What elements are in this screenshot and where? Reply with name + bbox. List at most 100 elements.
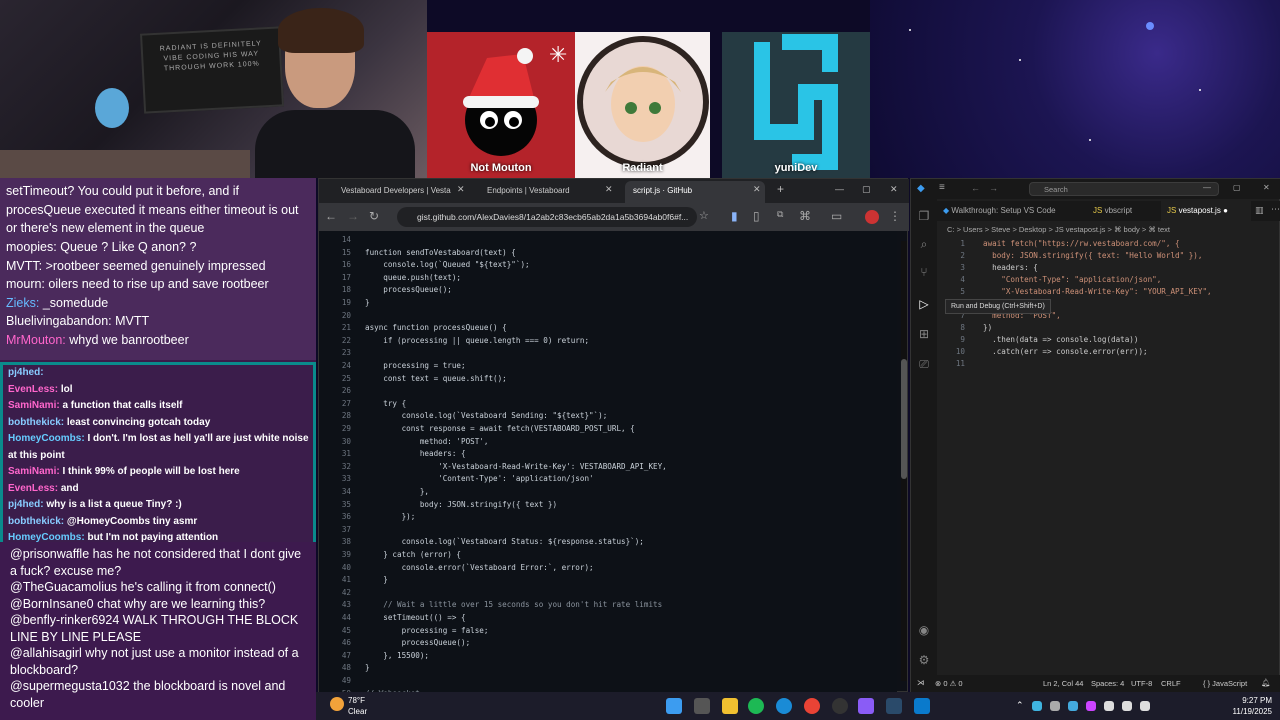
extensions-icon[interactable]: ⊞ (917, 327, 931, 341)
tab-endpoints[interactable]: Endpoints | Vestaboard (479, 181, 619, 203)
indentation-status[interactable]: Spaces: 4 (1091, 679, 1124, 688)
scrollbar-thumb[interactable] (901, 359, 907, 479)
line-number: 14 (341, 235, 351, 244)
line-number: 42 (341, 587, 351, 597)
code-line: body: JSON.stringify({ text: "Hello Worl… (983, 251, 1203, 260)
code-line: 'Content-Type': 'application/json' (365, 474, 594, 484)
code-line: setTimeout(() => { (365, 613, 466, 622)
bookmark-star-icon[interactable]: ☆ (699, 209, 709, 222)
streamer-body (255, 110, 415, 178)
menu-icon[interactable]: ⋮ (889, 209, 901, 223)
wall-sign-text: RADIANT IS DEFINITELY VIBE CODING HIS WA… (159, 40, 262, 73)
vscode-window: ◆ ≡ ← → Search — ▢ ✕ ❐ ⌕ ⑂ ▷ ⊞ ⎚ ◉ ⚙ ◆ W… (910, 178, 1280, 693)
tab-walkthrough[interactable]: ◆ Walkthrough: Setup VS Code (937, 201, 1067, 221)
tray-icon[interactable] (1050, 701, 1060, 711)
wall-sign: RADIANT IS DEFINITELY VIBE CODING HIS WA… (140, 26, 284, 114)
maximize-icon[interactable]: ▢ (1233, 183, 1241, 192)
spotify-icon[interactable] (748, 698, 764, 714)
tray-icon[interactable] (1086, 701, 1096, 711)
volume-icon[interactable] (1122, 701, 1132, 711)
extension-icon[interactable]: ⌘ (799, 209, 811, 223)
vscode-taskbar-icon[interactable] (914, 698, 930, 714)
close-icon[interactable]: ✕ (457, 184, 465, 195)
app-icon[interactable] (858, 698, 874, 714)
forward-icon[interactable]: → (989, 183, 998, 193)
code-line: }, 15500); (365, 650, 430, 660)
tab-script-js[interactable]: script.js · GitHub (625, 181, 765, 203)
steam-icon[interactable] (886, 698, 902, 714)
notifications-icon[interactable]: 🔔︎ (1261, 678, 1271, 687)
source-control-icon[interactable]: ⑂ (917, 265, 931, 279)
run-debug-icon[interactable]: ▷ (917, 297, 931, 311)
more-icon[interactable]: ⋯ (1271, 204, 1280, 215)
maximize-icon[interactable]: ▢ (862, 184, 871, 195)
guest-cam-yunidev: yuniDev (722, 32, 870, 178)
menu-icon[interactable]: ≡ (939, 182, 945, 193)
language-mode[interactable]: { } JavaScript (1203, 679, 1247, 688)
tooltip: Run and Debug (Ctrl+Shift+D) (945, 299, 1051, 314)
chat-message: moopies: Queue ? Like Q anon? ? (6, 240, 197, 254)
extension-icon[interactable]: ▮ (731, 209, 738, 223)
battery-icon[interactable] (1140, 701, 1150, 711)
reload-icon[interactable]: ↻ (369, 209, 379, 223)
breadcrumb[interactable]: C: > Users > Steve > Desktop > JS vestap… (937, 223, 1280, 237)
line-number: 30 (341, 436, 351, 446)
encoding-status[interactable]: UTF-8 (1131, 679, 1152, 688)
code-line: "Content-Type": "application/json", (983, 275, 1162, 284)
sidebar-icon[interactable]: ▭ (831, 209, 842, 223)
command-search-input[interactable]: Search (1029, 182, 1219, 196)
explorer-icon[interactable]: ❐ (917, 209, 931, 223)
extension-icon[interactable]: ⧉ (777, 209, 783, 220)
line-number: 26 (341, 386, 351, 396)
vscode-titlebar: ◆ ≡ ← → Search — ▢ ✕ (911, 179, 1280, 199)
cursor-position[interactable]: Ln 2, Col 44 (1043, 679, 1083, 688)
start-icon[interactable] (666, 698, 682, 714)
back-icon[interactable]: ← (325, 209, 337, 223)
file-explorer-icon[interactable] (722, 698, 738, 714)
weather-widget[interactable]: 78°F Clear (330, 695, 367, 717)
code-line: if (processing || queue.length === 0) re… (365, 335, 590, 345)
search-icon[interactable]: ⌕ (917, 237, 931, 251)
tray-icon[interactable] (1032, 701, 1042, 711)
stream-chat: setTimeout? You could put it before, and… (0, 178, 316, 720)
tray-overflow-icon[interactable]: ⌃ (1016, 700, 1024, 711)
close-icon[interactable]: ✕ (1263, 183, 1270, 192)
eol-status[interactable]: CRLF (1161, 679, 1181, 688)
minimize-icon[interactable]: — (835, 184, 844, 194)
tab-vbscript[interactable]: JS vbscript (1087, 201, 1157, 221)
guest-cam-radiant: Radiant (575, 32, 710, 178)
obs-icon[interactable] (832, 698, 848, 714)
edge-icon[interactable] (776, 698, 792, 714)
close-icon[interactable]: ✕ (753, 184, 761, 195)
chrome-icon[interactable] (804, 698, 820, 714)
clock[interactable]: 9:27 PM 11/19/2025 (1233, 695, 1272, 717)
problems-status[interactable]: ⊗ 0 ⚠ 0 (935, 679, 963, 688)
code-view: 14 15 function sendToVestaboard(text) {16 … (319, 231, 897, 693)
tab-vestaboard-developers[interactable]: Vestaboard Developers | Vesta (333, 181, 473, 203)
back-icon[interactable]: ← (971, 183, 980, 193)
taskbar: 78°F Clear ⌃ 9:27 PM 11/19/2025 (316, 692, 1280, 720)
forward-icon[interactable]: → (347, 209, 359, 223)
code-line: method: 'POST', (365, 436, 489, 446)
remote-icon[interactable]: ⎚ (917, 357, 931, 371)
task-view-icon[interactable] (694, 698, 710, 714)
close-window-icon[interactable]: ✕ (890, 184, 898, 195)
url-input[interactable]: gist.github.com/AlexDavies8/1a2ab2c83ecb… (397, 207, 697, 227)
gear-icon[interactable]: ⚙ (917, 653, 931, 667)
chat-message: EvenLess: lol (8, 383, 73, 395)
split-editor-icon[interactable]: ▥ (1255, 205, 1264, 216)
extension-icon[interactable]: ▯ (753, 209, 760, 223)
close-icon[interactable]: ✕ (605, 184, 613, 195)
tab-vestapost[interactable]: JS vestapost.js ● (1161, 201, 1251, 221)
line-number: 17 (341, 272, 351, 282)
remote-indicator-icon[interactable]: ⋊ (917, 678, 925, 687)
code-line: const text = queue.shift(); (365, 373, 507, 383)
line-number: 15 (341, 247, 351, 257)
new-tab-icon[interactable]: + (777, 182, 784, 196)
minimize-icon[interactable]: — (1203, 183, 1211, 192)
wifi-icon[interactable] (1104, 701, 1114, 711)
avatar[interactable] (865, 210, 879, 224)
tray-icon[interactable] (1068, 701, 1078, 711)
chat-message: EvenLess: and (8, 482, 79, 494)
account-icon[interactable]: ◉ (917, 623, 931, 637)
